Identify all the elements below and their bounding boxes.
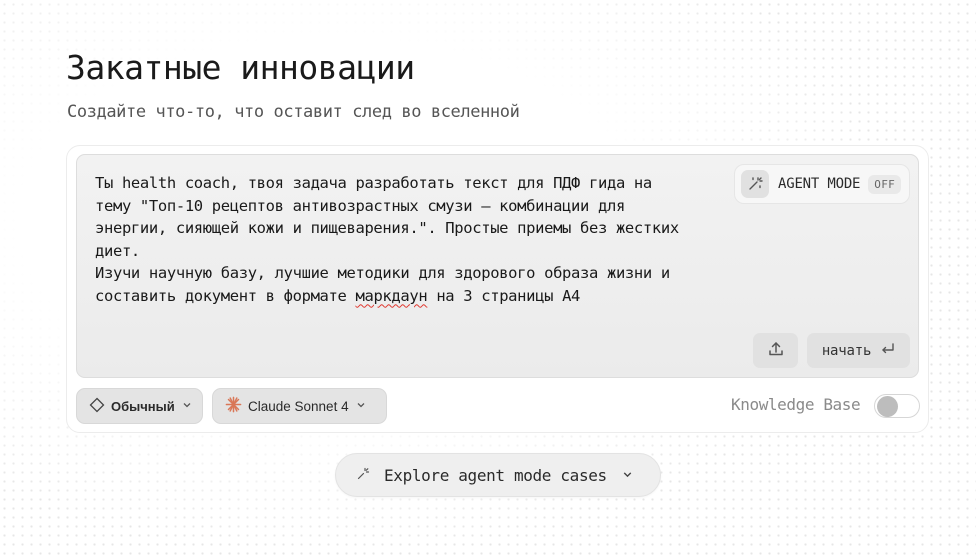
start-button-label: начать: [821, 342, 872, 359]
claude-sunburst-icon: [225, 396, 242, 416]
knowledge-base-toggle[interactable]: [874, 394, 920, 418]
chevron-down-icon: [181, 399, 193, 414]
misspelled-word[interactable]: маркдаун: [355, 287, 427, 305]
chevron-down-icon: [355, 399, 367, 414]
explore-label: Explore agent mode cases: [384, 465, 607, 485]
sparkle-icon: [356, 466, 370, 485]
prompt-line: Изучи научную базу, лучшие методики для …: [95, 264, 670, 282]
diamond-icon: [89, 397, 105, 416]
chevron-down-icon: [621, 466, 634, 485]
mode-label: Обычный: [111, 398, 175, 414]
prompt-line: диет.: [95, 241, 140, 260]
agent-mode-label: AGENT MODE: [778, 176, 861, 192]
model-selector[interactable]: Claude Sonnet 4: [212, 388, 387, 424]
start-button[interactable]: начать: [807, 333, 910, 368]
enter-key-icon: [881, 342, 895, 360]
prompt-line: Ты health coach, твоя задача разработать…: [95, 174, 652, 192]
prompt-line-last: составить документ в формате маркдаун на…: [95, 287, 580, 305]
model-label: Claude Sonnet 4: [248, 398, 349, 414]
toggle-knob: [877, 396, 898, 417]
knowledge-base-label: Knowledge Base: [731, 395, 861, 414]
upload-icon: [767, 340, 785, 362]
prompt-fragment: на 3 страницы А4: [427, 286, 581, 305]
page-title: Закатные инновации: [66, 48, 415, 87]
prompt-line: тему "Топ-10 рецептов антивозрастных сму…: [95, 196, 625, 215]
mode-selector[interactable]: Обычный: [76, 388, 203, 424]
agent-mode-toggle[interactable]: AGENT MODE OFF: [734, 164, 910, 204]
explore-agent-cases-button[interactable]: Explore agent mode cases: [335, 453, 661, 497]
upload-button[interactable]: [753, 333, 798, 368]
agent-mode-state-badge: OFF: [868, 174, 902, 194]
prompt-line: энергии, сияющей кожи и пищеварения.". П…: [95, 219, 679, 237]
page-subtitle: Создайте что-то, что оставит след во все…: [67, 102, 520, 122]
prompt-text[interactable]: Ты health coach, твоя задача разработать…: [95, 172, 725, 307]
prompt-fragment: составить документ в формате: [95, 286, 356, 305]
magic-wand-icon: [741, 170, 769, 198]
